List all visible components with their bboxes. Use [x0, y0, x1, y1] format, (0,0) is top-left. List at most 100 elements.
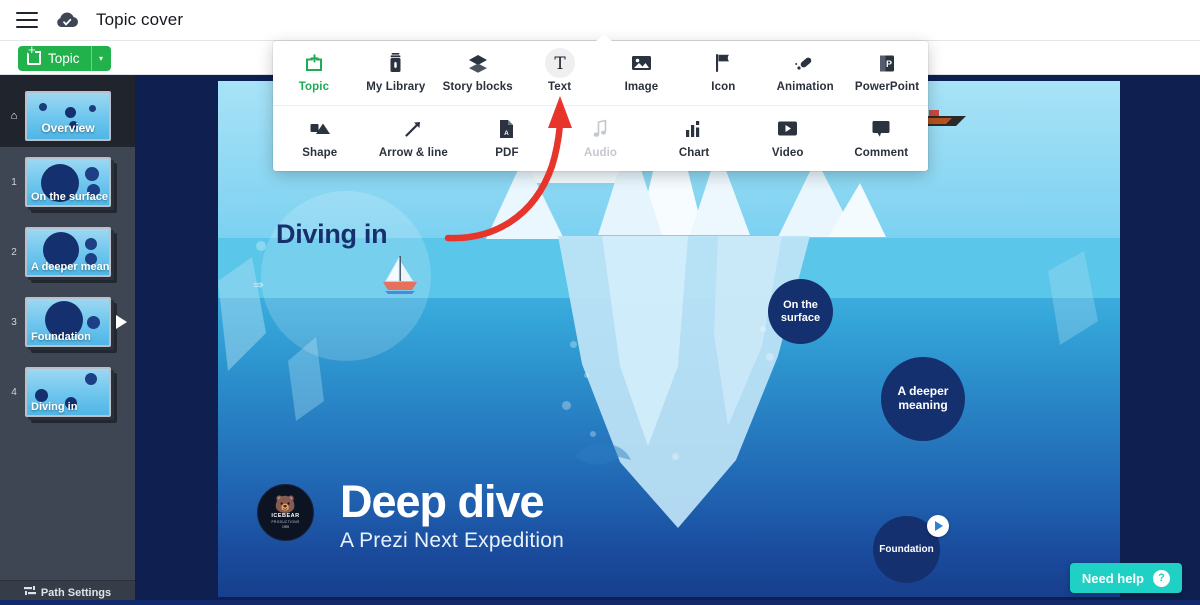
- slide-title-block[interactable]: Deep dive A Prezi Next Expedition: [340, 479, 564, 553]
- water-bubble: [570, 341, 577, 348]
- insert-item-image-label: Image: [625, 81, 659, 93]
- add-topic-button[interactable]: Topic ▾: [18, 46, 111, 71]
- cloud-saved-icon: [54, 10, 80, 30]
- icebear-logo: 🐻 ICEBEAR PRODUCTIONS 1995: [257, 484, 314, 541]
- bar-chart-icon: [684, 119, 704, 139]
- play-from-here-button[interactable]: [116, 315, 127, 329]
- insert-item-powerpoint[interactable]: P PowerPoint: [846, 41, 928, 105]
- insert-item-shape[interactable]: Shape: [273, 106, 367, 171]
- insert-item-icon-label: Icon: [711, 81, 735, 93]
- sidebar-item-4[interactable]: 4 Diving in: [0, 357, 135, 427]
- logo-line-2: PRODUCTIONS: [272, 520, 300, 524]
- whale-illustration: [573, 436, 633, 477]
- insert-item-icon[interactable]: Icon: [682, 41, 764, 105]
- add-topic-caret[interactable]: ▾: [91, 46, 111, 71]
- path-settings-icon: [24, 586, 36, 600]
- slide-number: 2: [6, 247, 22, 258]
- topic-bubble-label: A deeper meaning: [881, 385, 965, 413]
- insert-item-pdf-label: PDF: [495, 147, 518, 159]
- thumbnail-diving-in[interactable]: Diving in: [25, 367, 111, 417]
- add-topic-icon: [27, 52, 41, 65]
- insert-item-animation-label: Animation: [777, 81, 834, 93]
- page-subtitle: A Prezi Next Expedition: [340, 529, 564, 553]
- animation-icon: [794, 53, 816, 73]
- slide-number: 4: [6, 387, 22, 398]
- svg-text:T: T: [554, 54, 566, 73]
- water-bubble: [562, 401, 571, 410]
- thumbnail-foundation[interactable]: Foundation: [25, 297, 111, 347]
- arrow-line-icon: [403, 119, 423, 139]
- prezi-editor-window: Topic cover Style Insert: [0, 0, 1200, 605]
- thumbnail-on-the-surface[interactable]: On the surface: [25, 157, 111, 207]
- insert-item-comment[interactable]: Comment: [834, 106, 928, 171]
- insert-item-chart[interactable]: Chart: [647, 106, 741, 171]
- thumbnail-label: Foundation: [31, 331, 91, 343]
- insert-item-text-label: Text: [548, 81, 571, 93]
- insert-item-topic-label: Topic: [299, 81, 329, 93]
- bubble-play-button[interactable]: [927, 515, 949, 537]
- insert-item-my-library-label: My Library: [366, 81, 425, 93]
- diving-in-label[interactable]: Diving in: [276, 219, 387, 250]
- sidebar-item-3[interactable]: 3 Foundation: [0, 287, 135, 357]
- topic-bubble-label: On the surface: [768, 299, 833, 324]
- insert-item-pdf[interactable]: A PDF: [460, 106, 554, 171]
- svg-text:P: P: [886, 59, 892, 69]
- add-topic-icon: [304, 53, 324, 73]
- logo-line-1: ICEBEAR: [271, 513, 299, 519]
- image-icon: [631, 53, 652, 73]
- slide-number: 1: [6, 177, 22, 188]
- pdf-icon: A: [498, 119, 515, 139]
- sidebar-item-1[interactable]: 1 On the surface: [0, 147, 135, 217]
- slide-number: 3: [6, 317, 22, 328]
- topic-bubble-on-the-surface[interactable]: On the surface: [768, 279, 833, 344]
- topic-bubble-a-deeper-meaning[interactable]: A deeper meaning: [881, 357, 965, 441]
- insert-item-image[interactable]: Image: [601, 41, 683, 105]
- thumbnail-overview[interactable]: Overview: [25, 91, 111, 141]
- comment-icon: [871, 119, 891, 139]
- insert-item-shape-label: Shape: [302, 147, 337, 159]
- library-icon: [388, 53, 403, 73]
- page-title: Deep dive: [340, 479, 564, 524]
- water-bubble: [766, 353, 774, 361]
- hamburger-menu-icon[interactable]: [16, 12, 38, 28]
- insert-item-story-blocks-label: Story blocks: [443, 81, 513, 93]
- insert-item-story-blocks[interactable]: Story blocks: [437, 41, 519, 105]
- text-t-icon: T: [545, 48, 575, 78]
- layers-icon: [467, 53, 489, 73]
- insert-item-my-library[interactable]: My Library: [355, 41, 437, 105]
- slides-sidebar: ⌂ Overview 1 On the surface 2: [0, 75, 135, 605]
- thumbnail-a-deeper-meaning[interactable]: A deeper mean...: [25, 227, 111, 277]
- flag-icon: [714, 53, 732, 73]
- topic-bubble-label: Foundation: [879, 544, 933, 556]
- add-topic-label: Topic: [48, 51, 80, 66]
- insert-item-powerpoint-label: PowerPoint: [855, 81, 919, 93]
- thumbnail-label: Overview: [27, 121, 109, 135]
- video-play-icon: [777, 119, 798, 139]
- insert-menu-row-2: Shape Arrow & line A: [273, 106, 928, 171]
- home-icon: ⌂: [6, 110, 22, 122]
- insert-item-video-label: Video: [772, 147, 804, 159]
- polar-bear-icon: 🐻: [275, 497, 296, 512]
- thumbnail-label: On the surface: [31, 191, 108, 203]
- sidebar-item-overview[interactable]: ⌂ Overview: [0, 85, 135, 147]
- insert-item-animation[interactable]: Animation: [764, 41, 846, 105]
- water-bubble: [760, 326, 766, 332]
- insert-item-arrow-line[interactable]: Arrow & line: [367, 106, 461, 171]
- insert-item-video[interactable]: Video: [741, 106, 835, 171]
- diving-in-highlight-circle: [261, 191, 431, 361]
- thumbnail-label: Diving in: [31, 401, 77, 413]
- water-bubble: [672, 453, 679, 460]
- sidebar-header: [0, 75, 135, 85]
- insert-item-text[interactable]: T Text: [519, 41, 601, 105]
- need-help-button[interactable]: Need help ?: [1070, 563, 1182, 593]
- thumbnail-label: A deeper mean...: [31, 261, 111, 273]
- document-title[interactable]: Topic cover: [96, 10, 183, 30]
- insert-tab-caret: [595, 34, 613, 42]
- music-note-icon: [592, 119, 609, 139]
- insert-item-topic[interactable]: Topic: [273, 41, 355, 105]
- insert-item-chart-label: Chart: [679, 147, 710, 159]
- shapes-icon: [309, 119, 331, 139]
- sidebar-item-2[interactable]: 2 A deeper mean...: [0, 217, 135, 287]
- insert-item-audio: Audio: [554, 106, 648, 171]
- insert-dropdown-panel: Topic My Library: [273, 41, 928, 171]
